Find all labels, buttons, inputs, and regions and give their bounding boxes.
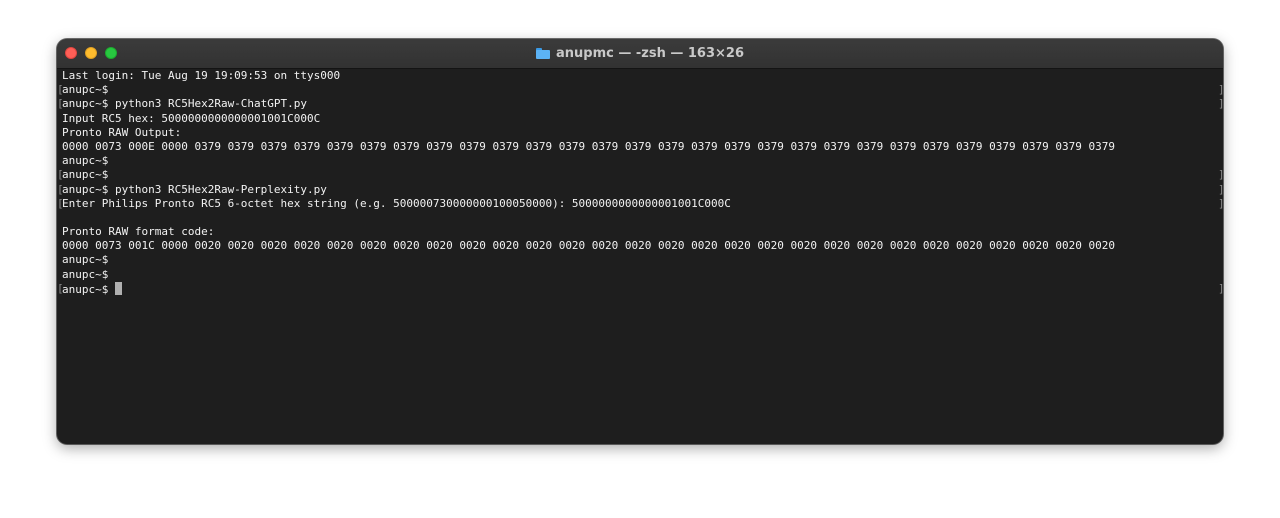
terminal-output[interactable]: Last login: Tue Aug 19 19:09:53 on ttys0… xyxy=(57,69,1223,444)
terminal-window: anupmc — -zsh — 163×26 Last login: Tue A… xyxy=(57,39,1223,444)
terminal-line: anupc~$ xyxy=(57,154,1223,168)
terminal-line-text: anupc~$ python3 RC5Hex2Raw-ChatGPT.py xyxy=(62,97,308,111)
terminal-line-text: anupc~$ xyxy=(62,83,109,97)
prompt-mark-right: ] xyxy=(1218,197,1223,211)
text-cursor xyxy=(114,281,122,295)
title-bar[interactable]: anupmc — -zsh — 163×26 xyxy=(57,39,1223,69)
terminal-line: anupc~$ xyxy=(57,268,1223,282)
terminal-line-text: Enter Philips Pronto RC5 6-octet hex str… xyxy=(62,196,731,210)
window-title-area: anupmc — -zsh — 163×26 xyxy=(57,39,1223,68)
terminal-line: 0000 0073 000E 0000 0379 0379 0379 0379 … xyxy=(57,140,1223,154)
terminal-line-text: Pronto RAW format code: xyxy=(62,225,215,239)
prompt-mark-left: [ xyxy=(57,168,64,182)
terminal-line: Pronto RAW format code: xyxy=(57,225,1223,239)
terminal-line-text: anupc~$ python3 RC5Hex2Raw-Perplexity.py xyxy=(62,182,327,196)
folder-icon xyxy=(535,48,550,59)
prompt-mark-right: ] xyxy=(1218,97,1223,111)
prompt-mark-right: ] xyxy=(1218,282,1223,296)
terminal-line-text: Last login: Tue Aug 19 19:09:53 on ttys0… xyxy=(62,69,341,82)
prompt-mark-right: ] xyxy=(1218,183,1223,197)
terminal-line: [] anupc~$ xyxy=(57,168,1223,182)
terminal-line-text: Input RC5 hex: 5000000000000001001C000C xyxy=(62,111,321,125)
terminal-line: Input RC5 hex: 5000000000000001001C000C xyxy=(57,112,1223,126)
terminal-line: [] anupc~$ xyxy=(57,281,1223,296)
prompt-mark-left: [ xyxy=(57,196,64,210)
prompt-mark-left: [ xyxy=(57,97,64,111)
terminal-line: [] anupc~$ python3 RC5Hex2Raw-ChatGPT.py xyxy=(57,97,1223,111)
terminal-line-text: anupc~$ xyxy=(62,253,109,267)
terminal-line-text: anupc~$ xyxy=(62,168,109,182)
prompt-mark-left: [ xyxy=(57,83,64,97)
terminal-line: 0000 0073 001C 0000 0020 0020 0020 0020 … xyxy=(57,239,1223,253)
terminal-line: [] anupc~$ xyxy=(57,83,1223,97)
prompt-mark-right: ] xyxy=(1218,168,1223,182)
window-title: anupmc — -zsh — 163×26 xyxy=(555,46,745,61)
terminal-line: [] anupc~$ python3 RC5Hex2Raw-Perplexity.… xyxy=(57,183,1223,197)
terminal-line-text: anupc~$ xyxy=(62,154,109,168)
prompt-mark-right: ] xyxy=(1218,83,1223,97)
prompt-mark-left: [ xyxy=(57,182,64,196)
terminal-line: Last login: Tue Aug 19 19:09:53 on ttys0… xyxy=(57,69,1223,83)
terminal-line: anupc~$ xyxy=(57,253,1223,267)
terminal-line-text: anupc~$ xyxy=(62,282,115,296)
terminal-line: [] Enter Philips Pronto RC5 6-octet hex s… xyxy=(57,197,1223,211)
terminal-line-text: anupc~$ xyxy=(62,267,109,281)
terminal-line-text: 0000 0073 001C 0000 0020 0020 0020 0020 … xyxy=(62,239,1115,253)
terminal-line-text: 0000 0073 000E 0000 0379 0379 0379 0379 … xyxy=(62,139,1115,153)
terminal-line: Pronto RAW Output: xyxy=(57,126,1223,140)
prompt-mark-left: [ xyxy=(57,281,64,295)
terminal-line-text: Pronto RAW Output: xyxy=(62,125,182,139)
